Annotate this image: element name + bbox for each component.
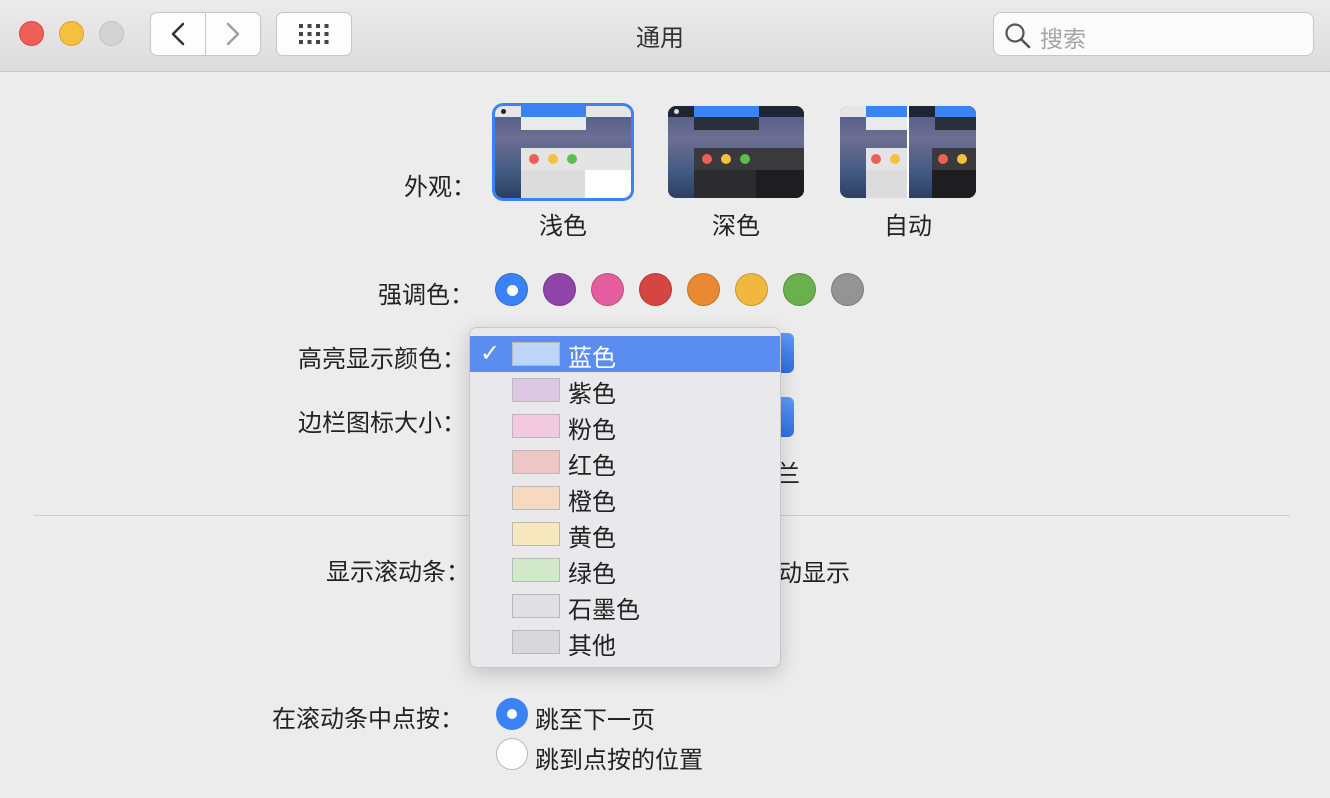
menu-item-label: 石墨色	[568, 596, 640, 624]
close-window-button[interactable]	[19, 21, 44, 46]
window-title: 通用	[636, 24, 684, 52]
color-swatch	[512, 630, 560, 654]
checkmark-icon: ✓	[480, 339, 501, 367]
accent-color-label: 强调色：	[378, 281, 474, 309]
accent-color-purple[interactable]	[543, 273, 576, 306]
menu-item-blue[interactable]: ✓ 蓝色	[470, 336, 780, 372]
color-swatch	[512, 594, 560, 618]
search-placeholder: 搜索	[1040, 27, 1086, 53]
color-swatch	[512, 558, 560, 582]
grid-icon	[299, 24, 329, 44]
accent-color-blue[interactable]	[495, 273, 528, 306]
appearance-dark-thumbnail[interactable]	[668, 106, 804, 198]
menu-item-label: 蓝色	[568, 344, 616, 372]
color-swatch	[512, 414, 560, 438]
color-swatch	[512, 522, 560, 546]
show-scrollbars-label: 显示滚动条：	[326, 558, 470, 586]
search-icon	[1005, 23, 1031, 49]
highlight-color-label: 高亮显示颜色：	[298, 345, 466, 373]
show-all-button[interactable]	[276, 12, 352, 56]
chevron-left-icon	[171, 22, 185, 46]
menu-item-label: 其他	[568, 632, 616, 660]
title-bar: 通用 搜索	[0, 0, 1330, 72]
appearance-label: 外观：	[404, 173, 476, 201]
menu-item-graphite[interactable]: 石墨色	[470, 588, 780, 624]
sidebar-icon-size-label: 边栏图标大小：	[298, 409, 466, 437]
minimize-window-button[interactable]	[59, 21, 84, 46]
scrollbar-option-partial-text: 动显示	[778, 559, 850, 587]
color-swatch	[512, 450, 560, 474]
accent-color-graphite[interactable]	[831, 273, 864, 306]
menu-item-other[interactable]: 其他	[470, 624, 780, 660]
menu-item-pink[interactable]: 粉色	[470, 408, 780, 444]
menu-item-label: 黄色	[568, 524, 616, 552]
menu-item-purple[interactable]: 紫色	[470, 372, 780, 408]
menu-item-label: 红色	[568, 452, 616, 480]
color-swatch	[512, 342, 560, 366]
jump-next-page-radio[interactable]	[496, 698, 528, 730]
jump-to-spot-label: 跳到点按的位置	[535, 746, 703, 774]
color-swatch	[512, 486, 560, 510]
search-field[interactable]: 搜索	[993, 12, 1314, 56]
jump-next-page-label: 跳至下一页	[535, 706, 655, 734]
menu-item-label: 紫色	[568, 380, 616, 408]
menu-item-yellow[interactable]: 黄色	[470, 516, 780, 552]
highlight-color-menu: ✓ 蓝色 紫色 粉色 红色 橙色 黄色 绿色 石墨色 其他	[469, 327, 781, 668]
back-button[interactable]	[151, 13, 205, 55]
menu-item-green[interactable]: 绿色	[470, 552, 780, 588]
accent-color-yellow[interactable]	[735, 273, 768, 306]
color-swatch	[512, 378, 560, 402]
menu-item-red[interactable]: 红色	[470, 444, 780, 480]
menu-item-label: 橙色	[568, 488, 616, 516]
appearance-auto-thumbnail[interactable]	[840, 106, 976, 198]
appearance-light-thumbnail[interactable]	[495, 106, 631, 198]
navigation-buttons	[150, 12, 261, 56]
accent-color-orange[interactable]	[687, 273, 720, 306]
accent-color-red[interactable]	[639, 273, 672, 306]
chevron-right-icon	[226, 22, 240, 46]
zoom-window-button[interactable]	[99, 21, 124, 46]
accent-color-green[interactable]	[783, 273, 816, 306]
appearance-dark-label: 深色	[712, 212, 760, 240]
appearance-auto-label: 自动	[884, 212, 932, 240]
click-scrollbar-label: 在滚动条中点按：	[272, 705, 464, 733]
menu-item-orange[interactable]: 橙色	[470, 480, 780, 516]
appearance-light-label: 浅色	[539, 212, 587, 240]
accent-color-pink[interactable]	[591, 273, 624, 306]
menu-item-label: 粉色	[568, 416, 616, 444]
menu-item-label: 绿色	[568, 560, 616, 588]
jump-to-spot-radio[interactable]	[496, 738, 528, 770]
forward-button[interactable]	[205, 13, 260, 55]
